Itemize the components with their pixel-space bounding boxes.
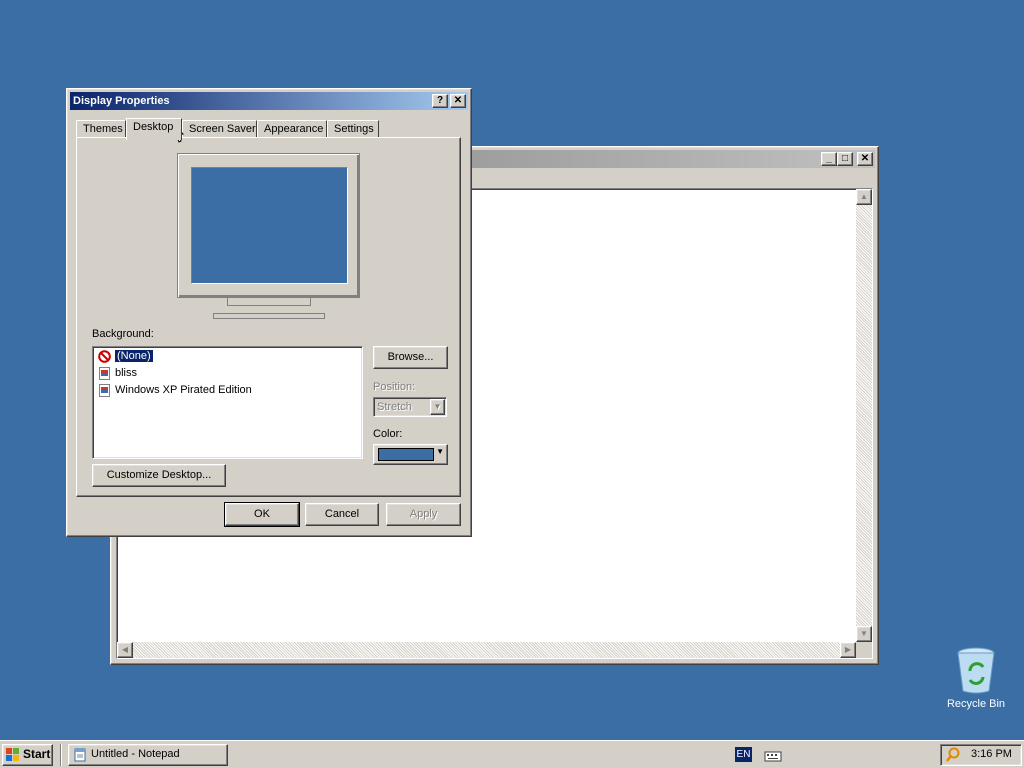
none-icon [98,349,111,363]
maximize-button[interactable]: □ [837,152,853,166]
dialog-title: Display Properties [73,95,170,107]
browse-button[interactable]: Browse... [373,346,448,369]
color-label: Color: [373,428,403,440]
list-item-label: (None) [114,349,154,363]
position-value: Stretch [377,401,412,413]
list-item-label: Windows XP Pirated Edition [115,384,252,396]
recycle-bin-label: Recycle Bin [946,698,1006,710]
vertical-scrollbar[interactable]: ▲ ▼ [856,189,872,642]
help-button[interactable]: ? [432,94,448,108]
tab-screen-saver[interactable]: Screen Saver [182,120,257,138]
horizontal-scrollbar[interactable]: ◀ ▶ [117,642,856,658]
minimize-button[interactable]: _ [821,152,837,166]
language-label: EN [735,747,752,762]
list-item[interactable]: bliss [98,365,137,381]
background-label: Background: [92,328,154,340]
taskbar-item-label: Untitled - Notepad [91,748,180,760]
notepad-close-button[interactable]: ✕ [857,152,873,166]
background-list[interactable]: (None) bliss Windows XP Pirated Edition [92,346,363,459]
position-select: Stretch ▼ [373,397,447,417]
resize-grip-icon[interactable] [856,642,872,658]
scroll-up-icon[interactable]: ▲ [856,189,872,205]
monitor-preview [177,153,360,298]
position-label: Position: [373,381,416,393]
notepad-icon [74,748,86,762]
image-file-icon [98,366,111,380]
monitor-stand [227,298,311,306]
system-tray: 3:16 PM [940,744,1022,766]
color-swatch [378,448,434,461]
dialog-title-bar[interactable]: Display Properties ? ✕ [70,92,468,110]
recycle-bin[interactable]: Recycle Bin [940,645,1012,710]
recycle-bin-icon [957,647,995,694]
chevron-down-icon: ▼ [430,399,445,415]
windows-logo-icon [6,748,19,761]
cancel-button[interactable]: Cancel [305,503,379,526]
desktop-tab-panel: Background: (None) bliss Windows XP Pira… [76,137,461,497]
tab-themes[interactable]: Themes [76,120,126,138]
preview-screen [191,167,348,284]
tab-settings[interactable]: Settings [327,120,379,138]
taskbar-item-notepad[interactable]: Untitled - Notepad [68,744,228,766]
clock[interactable]: 3:16 PM [971,748,1012,760]
list-item[interactable]: (None) [98,348,154,364]
list-item-label: bliss [115,367,138,379]
scroll-left-icon[interactable]: ◀ [117,642,133,658]
scroll-down-icon[interactable]: ▼ [856,626,872,642]
taskbar: Start Untitled - Notepad EN 3:16 PM [0,740,1024,768]
tab-appearance[interactable]: Appearance [257,120,327,138]
image-file-icon [98,383,111,397]
start-button[interactable]: Start [2,744,53,766]
keyboard-icon[interactable] [762,744,784,766]
divider [444,448,445,461]
display-properties-dialog[interactable]: Display Properties ? ✕ Themes Desktop Sc… [66,88,472,537]
tab-desktop[interactable]: Desktop [126,118,182,140]
chevron-down-icon: ▼ [436,447,444,456]
monitor-base [213,313,325,319]
start-label: Start [23,747,51,761]
color-picker-button[interactable]: ▼ [373,444,448,465]
search-icon[interactable] [945,747,961,763]
apply-button[interactable]: Apply [386,503,461,526]
scroll-right-icon[interactable]: ▶ [840,642,856,658]
language-indicator[interactable]: EN [734,744,752,766]
customize-desktop-button[interactable]: Customize Desktop... [92,464,226,487]
ok-button[interactable]: OK [224,502,300,527]
dialog-close-button[interactable]: ✕ [450,94,466,108]
list-item[interactable]: Windows XP Pirated Edition [98,382,252,398]
taskbar-divider [60,744,62,766]
